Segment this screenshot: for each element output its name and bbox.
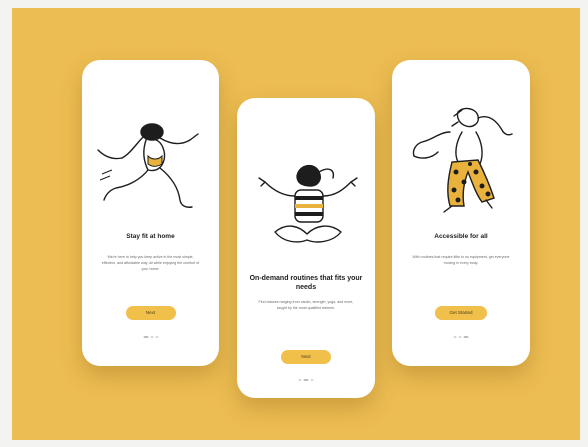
page-dot-active	[143, 336, 148, 338]
screen-3-description: With routines that require little to no …	[412, 255, 510, 265]
page-dot-active	[303, 379, 309, 381]
meditating-person-illustration	[258, 165, 358, 243]
dancing-person-illustration	[412, 107, 513, 213]
page-dot	[310, 379, 314, 381]
onboarding-screen-1: Stay fit at home We're here to help you …	[82, 60, 219, 366]
running-person-illustration	[97, 123, 199, 208]
screen-1-description: We're here to help you keep active in th…	[101, 255, 200, 271]
onboarding-screen-2: On-demand routines that fits your needs …	[237, 98, 375, 398]
screen-1-page-indicator	[143, 336, 158, 338]
screen-1-title: Stay fit at home	[126, 233, 175, 240]
screen-1-next-button[interactable]: Next	[125, 306, 176, 320]
page-dot	[155, 336, 158, 338]
get-started-button[interactable]: Get Started	[435, 306, 487, 320]
page-dot	[453, 336, 457, 338]
showcase-background: Stay fit at home We're here to help you …	[12, 8, 580, 440]
screen-2-page-indicator	[298, 379, 314, 381]
screen-2-description: Find classes ranging from cardio, streng…	[258, 300, 354, 310]
screen-2-next-button[interactable]: Next	[281, 350, 331, 364]
screen-3-page-indicator	[453, 336, 469, 338]
page-dot	[150, 336, 153, 338]
screen-2-title: On-demand routines that fits your needs	[249, 275, 363, 292]
page-dot	[298, 379, 302, 381]
page-dot	[458, 336, 462, 338]
screen-3-title: Accessible for all	[434, 233, 488, 240]
onboarding-screen-3: Accessible for all With routines that re…	[392, 60, 530, 366]
page-dot-active	[463, 336, 469, 338]
